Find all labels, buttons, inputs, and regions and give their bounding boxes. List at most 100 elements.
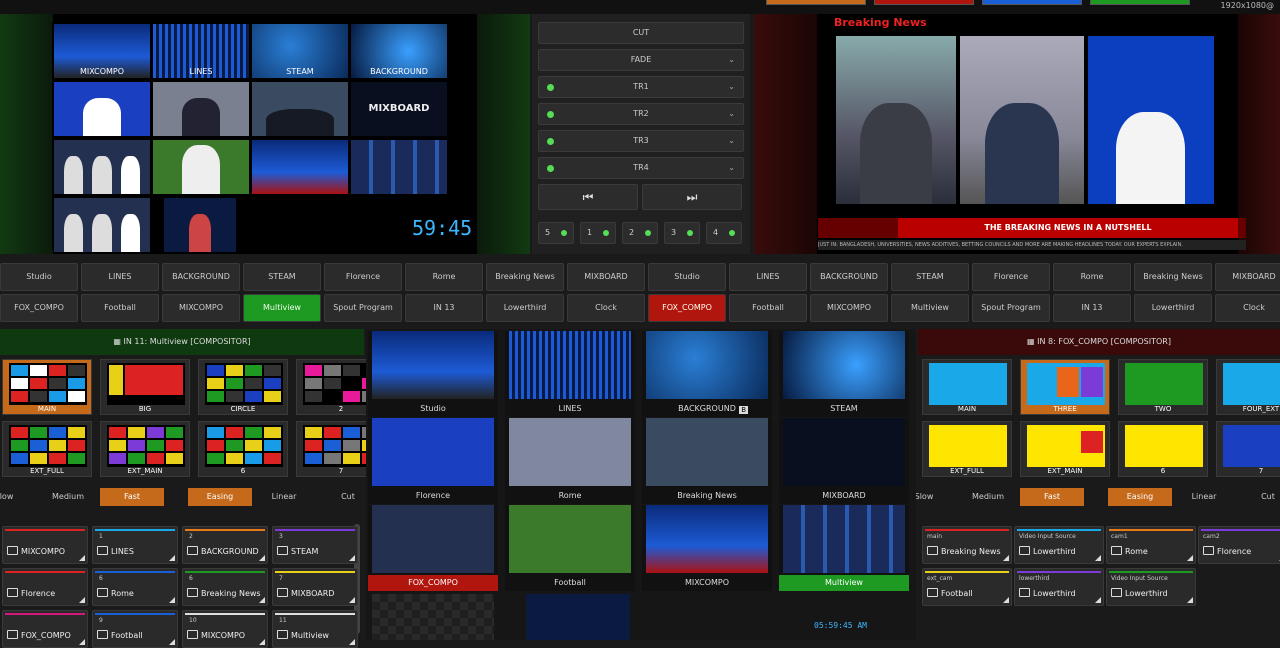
source-item[interactable]: cam1 Rome	[1106, 526, 1196, 564]
source-button[interactable]: LINES	[729, 263, 807, 291]
source-button[interactable]: Studio	[0, 263, 78, 291]
source-item[interactable]: 9 Football	[92, 610, 178, 648]
source-button[interactable]: MIXCOMPO	[162, 294, 240, 322]
speed-option[interactable]: Medium	[36, 488, 100, 506]
source-button[interactable]: Football	[81, 294, 159, 322]
source-button[interactable]: Football	[729, 294, 807, 322]
tr2-button[interactable]: TR2 ⌄	[538, 103, 744, 125]
preset-button[interactable]: EXT_MAIN	[1020, 421, 1110, 477]
source-tile[interactable]: Rome	[505, 418, 635, 504]
source-button[interactable]: BACKGROUND	[162, 263, 240, 291]
source-item[interactable]: ext_cam Football	[922, 568, 1012, 606]
speed-option[interactable]: Fast	[100, 488, 164, 506]
preset-button[interactable]: MAIN	[922, 359, 1012, 415]
preset-button[interactable]: 6	[1118, 421, 1208, 477]
source-tile[interactable]: STEAM	[779, 331, 909, 417]
source-item[interactable]: 6 Breaking News	[182, 568, 268, 606]
source-button[interactable]: Clock	[567, 294, 645, 322]
source-tile[interactable]: Florence	[368, 418, 498, 504]
bank-button[interactable]: 1	[580, 222, 616, 244]
top-tab-1[interactable]	[766, 0, 866, 5]
source-button[interactable]: STEAM	[243, 263, 321, 291]
source-tile[interactable]: Football	[505, 505, 635, 591]
speed-option[interactable]: Medium	[956, 488, 1020, 506]
source-tile[interactable]: BACKGROUND B	[642, 331, 772, 417]
source-tile[interactable]: Multiview	[779, 505, 909, 591]
preset-button[interactable]: 6	[198, 421, 288, 477]
bank-button[interactable]: 4	[706, 222, 742, 244]
preset-button[interactable]: EXT_FULL	[922, 421, 1012, 477]
preset-button[interactable]: BIG	[100, 359, 190, 415]
program-monitor[interactable]: Breaking News THE BREAKING NEWS IN A NUT…	[754, 14, 1280, 254]
speed-option[interactable]: Linear	[1172, 488, 1236, 506]
preset-button[interactable]: TWO	[1118, 359, 1208, 415]
bank-button[interactable]: 3	[664, 222, 700, 244]
source-button[interactable]: Florence	[972, 263, 1050, 291]
source-item[interactable]: 11 Multiview	[272, 610, 358, 648]
source-item[interactable]: 10 MIXCOMPO	[182, 610, 268, 648]
source-item[interactable]: Florence	[2, 568, 88, 606]
source-button[interactable]: LINES	[81, 263, 159, 291]
tr1-button[interactable]: TR1 ⌄	[538, 76, 744, 98]
source-item[interactable]: Video Input Source Lowerthird	[1014, 526, 1104, 564]
source-item[interactable]: 2 BACKGROUND	[182, 526, 268, 564]
source-tile[interactable]: MIXCOMPO	[642, 505, 772, 591]
top-tab-2[interactable]	[874, 0, 974, 5]
source-button[interactable]: Breaking News	[1134, 263, 1212, 291]
source-button[interactable]: Clock	[1215, 294, 1280, 322]
source-button[interactable]: Multiview	[891, 294, 969, 322]
preset-button[interactable]: FOUR_EXT	[1216, 359, 1280, 415]
source-button[interactable]: IN 13	[1053, 294, 1131, 322]
source-button[interactable]: IN 13	[405, 294, 483, 322]
source-button[interactable]: Multiview	[243, 294, 321, 322]
source-button[interactable]: Lowerthird	[1134, 294, 1212, 322]
tr3-button[interactable]: TR3 ⌄	[538, 130, 744, 152]
preset-button[interactable]: MAIN	[2, 359, 92, 415]
preset-button[interactable]: 7	[1216, 421, 1280, 477]
source-tile[interactable]: Studio	[368, 331, 498, 417]
preset-button[interactable]: THREE	[1020, 359, 1110, 415]
skip-start-button[interactable]: ⏮	[538, 184, 638, 210]
source-button[interactable]: BACKGROUND	[810, 263, 888, 291]
speed-option[interactable]: Easing	[1108, 488, 1172, 506]
source-tile[interactable]: Breaking News	[642, 418, 772, 504]
preview-monitor[interactable]: MIXCOMPO LINES STEAM BACKGROUND MIXBOARD…	[0, 14, 530, 254]
speed-option[interactable]: Linear	[252, 488, 316, 506]
source-button[interactable]: Spout Program	[972, 294, 1050, 322]
source-item[interactable]: FOX_COMPO	[2, 610, 88, 648]
source-tile[interactable]: LINES	[505, 331, 635, 417]
skip-end-button[interactable]: ⏭	[642, 184, 742, 210]
source-button[interactable]: MIXBOARD	[567, 263, 645, 291]
source-item[interactable]: main Breaking News	[922, 526, 1012, 564]
speed-option[interactable]: Fast	[1020, 488, 1084, 506]
source-button[interactable]: Florence	[324, 263, 402, 291]
bank-button[interactable]: 2	[622, 222, 658, 244]
source-button[interactable]: FOX_COMPO	[648, 294, 726, 322]
bank-button[interactable]: 5	[538, 222, 574, 244]
source-item[interactable]: 1 LINES	[92, 526, 178, 564]
source-item[interactable]: 7 MIXBOARD	[272, 568, 358, 606]
speed-option[interactable]: Slow	[0, 488, 36, 506]
source-button[interactable]: Rome	[1053, 263, 1131, 291]
cut-button[interactable]: CUT	[538, 22, 744, 44]
source-tile[interactable]: FOX_COMPO	[368, 505, 498, 591]
source-button[interactable]: Lowerthird	[486, 294, 564, 322]
source-item[interactable]: MIXCOMPO	[2, 526, 88, 564]
speed-option[interactable]: Easing	[188, 488, 252, 506]
source-button[interactable]: Spout Program	[324, 294, 402, 322]
top-tab-3[interactable]	[982, 0, 1082, 5]
source-tile[interactable]: MIXBOARD	[779, 418, 909, 504]
source-button[interactable]: STEAM	[891, 263, 969, 291]
preset-button[interactable]: CIRCLE	[198, 359, 288, 415]
source-item[interactable]: 6 Rome	[92, 568, 178, 606]
tr4-button[interactable]: TR4 ⌄	[538, 157, 744, 179]
top-tab-4[interactable]	[1090, 0, 1190, 5]
source-item[interactable]: cam2 Florence	[1198, 526, 1280, 564]
source-item[interactable]: lowerthird Lowerthird	[1014, 568, 1104, 606]
source-button[interactable]: MIXBOARD	[1215, 263, 1280, 291]
preset-button[interactable]: EXT_FULL	[2, 421, 92, 477]
source-button[interactable]: Rome	[405, 263, 483, 291]
source-button[interactable]: Studio	[648, 263, 726, 291]
speed-option[interactable]: Cut	[1236, 488, 1280, 506]
source-item[interactable]: Video Input Source Lowerthird	[1106, 568, 1196, 606]
